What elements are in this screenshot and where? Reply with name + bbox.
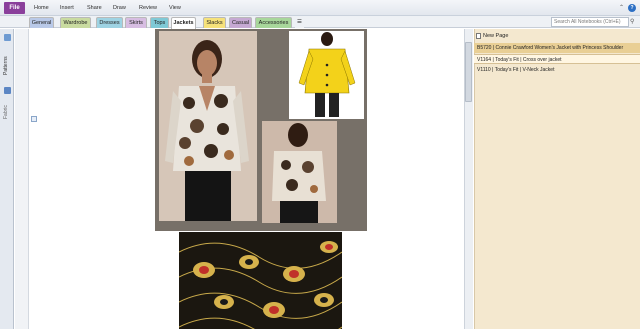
collapse-ribbon-icon[interactable]: ⌃ [619, 3, 624, 13]
tab-wardrobe[interactable]: Wardrobe [60, 17, 91, 28]
notebook-fabric-label[interactable]: Fabric [3, 105, 9, 119]
menu-view[interactable]: View [169, 3, 181, 13]
peacock-fabric-photo[interactable] [179, 232, 342, 329]
page-item[interactable]: V1110 | Today's Fit | V-Neck Jacket [474, 65, 640, 75]
tab-accessories[interactable]: Accessories [255, 17, 292, 28]
section-tab-row: General Wardrobe Dresses Skirts Tops Jac… [0, 16, 640, 29]
page-item[interactable]: B5720 | Connie Crawford Women's Jacket w… [474, 43, 640, 53]
model-back-photo[interactable] [262, 121, 337, 223]
tab-jackets[interactable]: Jackets [171, 17, 196, 29]
page-item[interactable]: V1164 | Today's Fit | Cross over jacket [474, 54, 640, 64]
menu-share[interactable]: Share [87, 3, 102, 13]
notebook-navigation: Patterns Fabric [0, 29, 14, 329]
menu-home[interactable]: Home [34, 3, 49, 13]
yellow-jacket-sketch [289, 31, 364, 119]
notebook-patterns-label[interactable]: Patterns [3, 56, 9, 75]
ribbon-menu-bar: File Home Insert Share Draw Review View … [0, 0, 640, 16]
help-icon[interactable]: ? [628, 4, 636, 12]
tab-slacks[interactable]: Slacks [203, 17, 226, 28]
tab-dresses[interactable]: Dresses [96, 17, 123, 28]
new-page-button[interactable]: New Page [483, 31, 508, 41]
file-button[interactable]: File [4, 2, 25, 14]
tab-more[interactable]: ☰ [295, 17, 304, 28]
paragraph-handle-icon[interactable] [31, 116, 37, 122]
menu-review[interactable]: Review [139, 3, 157, 13]
tab-skirts[interactable]: Skirts [125, 17, 147, 28]
model-front-illustration [159, 31, 257, 221]
search-input[interactable]: Search All Notebooks (Ctrl+E) [551, 17, 629, 27]
menu-insert[interactable]: Insert [60, 3, 74, 13]
model-back-illustration [262, 121, 337, 223]
search-icon[interactable]: ⚲ [630, 18, 638, 26]
new-page-icon[interactable] [476, 33, 481, 39]
tab-general[interactable]: General [29, 17, 54, 28]
tab-tops[interactable]: Tops [150, 17, 169, 28]
window-controls: ⌃ ? [619, 3, 636, 13]
peacock-feather-pattern [179, 232, 342, 329]
tab-casual[interactable]: Casual [229, 17, 252, 28]
jacket-sketch-photo[interactable] [289, 31, 364, 119]
page-gutter [15, 29, 29, 329]
scrollbar-thumb[interactable] [465, 42, 472, 102]
model-front-photo[interactable] [159, 31, 257, 221]
menu-draw[interactable]: Draw [113, 3, 126, 13]
notebook-patterns-icon[interactable] [4, 34, 11, 41]
notebook-fabric-icon[interactable] [4, 87, 11, 94]
onenote-window: File Home Insert Share Draw Review View … [0, 0, 640, 329]
